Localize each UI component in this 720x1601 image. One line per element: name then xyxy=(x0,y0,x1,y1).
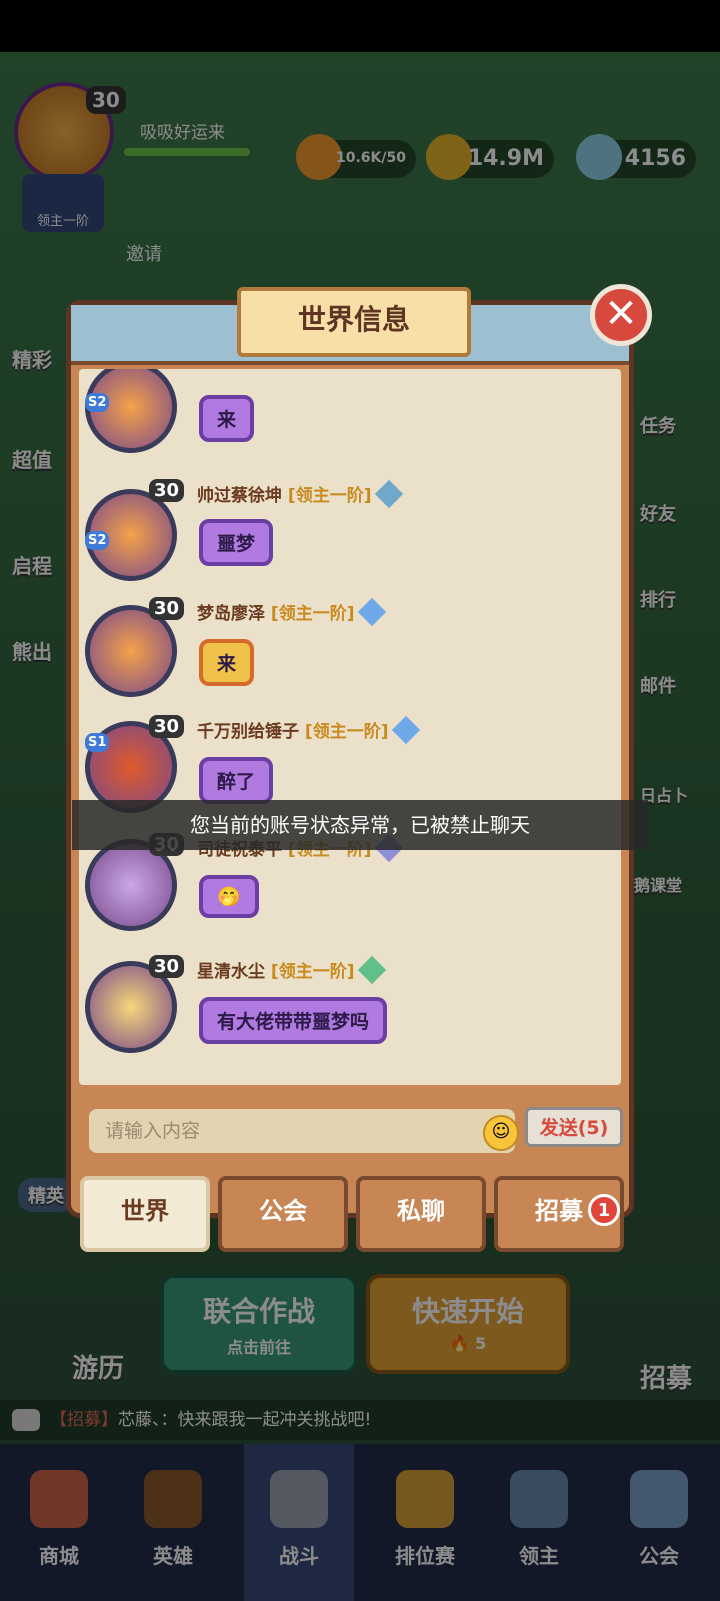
send-button[interactable]: 发送(5) xyxy=(525,1107,623,1147)
level-badge: 30 xyxy=(149,715,185,738)
recruit-notification-badge: 1 xyxy=(588,1194,620,1226)
message-bubble: 醉了 xyxy=(199,757,274,804)
chat-banned-toast: 您当前的账号状态异常，已被禁止聊天 xyxy=(72,800,648,850)
sender-name[interactable]: 星清水尘 [领主一阶] xyxy=(197,955,387,985)
rank-tag: [领主一阶] xyxy=(287,486,372,506)
status-bar xyxy=(0,0,720,52)
season-badge: S2 xyxy=(85,393,110,412)
level-badge: 30 xyxy=(149,479,185,502)
gem-icon xyxy=(375,479,404,509)
gem-icon xyxy=(358,955,387,985)
level-badge: 30 xyxy=(149,955,185,978)
sender-name[interactable]: 梦岛廖泽 [领主一阶] xyxy=(197,597,387,627)
tab-private[interactable]: 私聊 xyxy=(356,1176,486,1252)
rank-tag: [领主一阶] xyxy=(270,604,355,624)
chat-tabs: 世界 公会 私聊 招募 xyxy=(80,1176,640,1262)
close-button[interactable]: ✕ xyxy=(590,284,652,346)
chat-message-list[interactable]: S2 来 30 S2 帅过蔡徐坤 [领主一阶] 噩梦 30 梦岛廖泽 [领主一阶… xyxy=(79,369,621,1085)
modal-title: 世界信息 xyxy=(237,287,471,357)
gem-icon xyxy=(358,597,387,627)
message-bubble: 🤭 xyxy=(199,875,259,918)
tab-guild[interactable]: 公会 xyxy=(218,1176,348,1252)
gem-icon xyxy=(392,715,421,745)
sender-name[interactable]: 帅过蔡徐坤 [领主一阶] xyxy=(197,479,404,509)
rank-tag: [领主一阶] xyxy=(270,962,355,982)
tab-world[interactable]: 世界 xyxy=(80,1176,210,1252)
rank-tag: [领主一阶] xyxy=(304,722,389,742)
message-bubble: 噩梦 xyxy=(199,519,274,566)
message-bubble: 有大佬带带噩梦吗 xyxy=(199,997,388,1044)
message-bubble: 来 xyxy=(199,639,255,686)
season-badge: S1 xyxy=(85,733,110,752)
season-badge: S2 xyxy=(85,531,110,550)
sender-name[interactable]: 千万别给锤子 [领主一阶] xyxy=(197,715,421,745)
emoji-icon[interactable]: ☺ xyxy=(483,1115,519,1151)
world-chat-modal: 世界信息 S2 来 30 S2 帅过蔡徐坤 [领主一阶] 噩梦 30 梦岛廖泽 … xyxy=(66,287,634,1218)
chat-input[interactable]: 请输入内容 xyxy=(89,1109,515,1153)
message-bubble: 来 xyxy=(199,395,255,442)
level-badge: 30 xyxy=(149,597,185,620)
